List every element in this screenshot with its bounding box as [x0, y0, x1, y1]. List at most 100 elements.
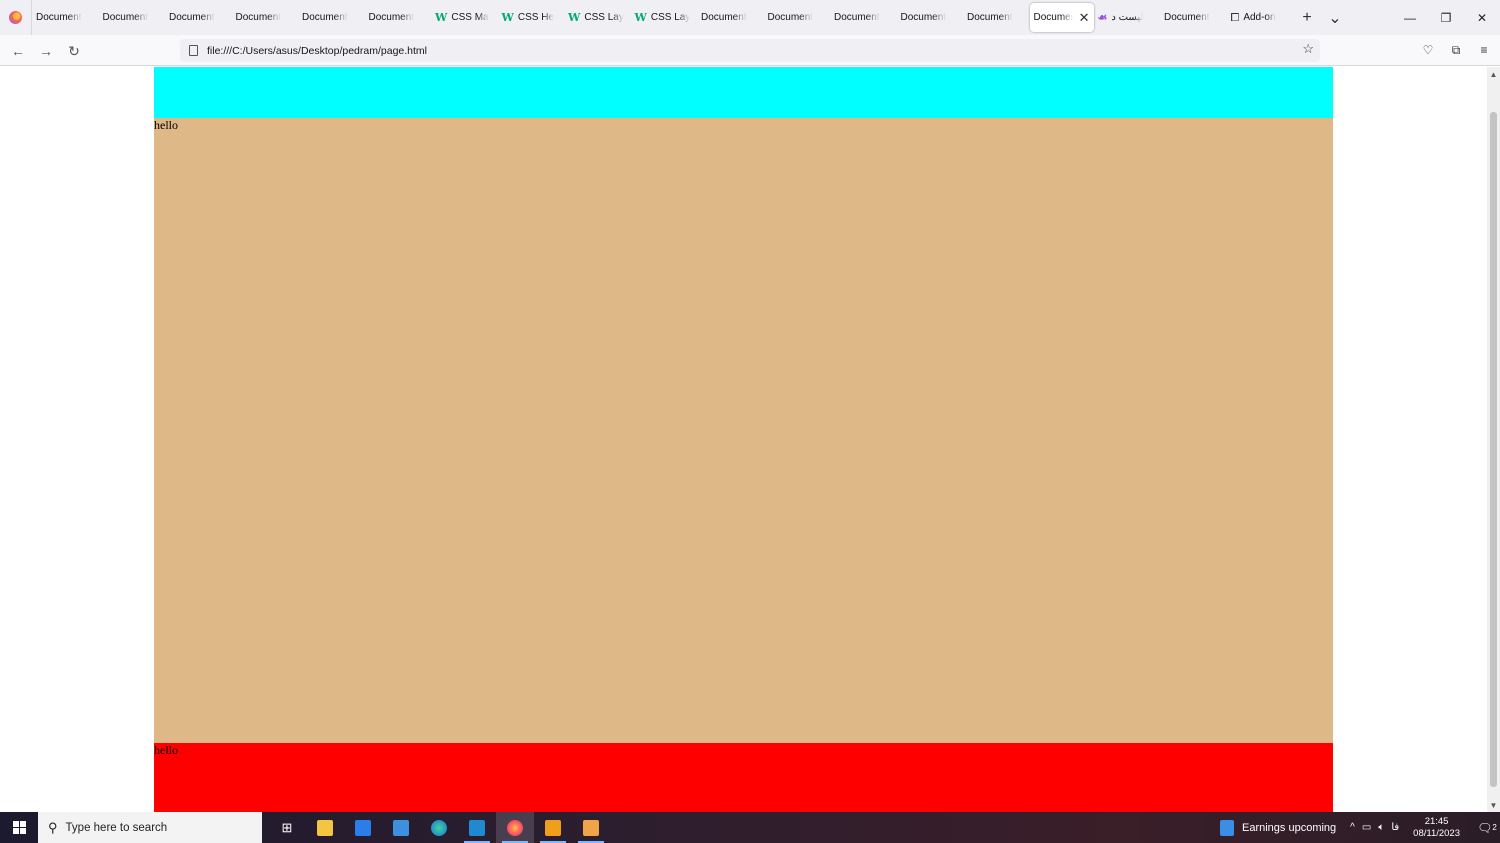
main-text: hello: [154, 118, 178, 132]
tab-16[interactable]: ☙ لیست د: [1094, 0, 1161, 35]
tab-label: CSS Ma: [451, 12, 489, 23]
w3schools-icon: W: [435, 11, 448, 24]
time: 21:45: [1424, 815, 1449, 827]
store-icon[interactable]: [344, 812, 382, 843]
clock[interactable]: 21:45 08/11/2023: [1413, 816, 1460, 840]
windows-icon: [12, 821, 26, 834]
tab-11[interactable]: Document: [764, 0, 831, 35]
reload-icon[interactable]: ↻: [63, 40, 85, 62]
minimize-icon[interactable]: —: [1392, 0, 1428, 35]
tab-label: Document: [1164, 12, 1210, 23]
menu-icon[interactable]: ≡: [1474, 40, 1494, 60]
tab-label: Document: [169, 12, 215, 23]
new-tab-button[interactable]: +: [1293, 0, 1321, 35]
file-explorer-icon[interactable]: [306, 812, 344, 843]
tab-17[interactable]: Document: [1160, 0, 1227, 35]
tab-7[interactable]: W CSS He: [498, 0, 565, 35]
tab-8[interactable]: W CSS Lay: [564, 0, 631, 35]
navigation-bar: ← → ↻ file:///C:/Users/asus/Desktop/pedr…: [0, 35, 1500, 66]
volume-icon[interactable]: 🔈︎: [1378, 822, 1384, 833]
tab-0[interactable]: Document: [32, 0, 99, 35]
tab-label: Document: [834, 12, 880, 23]
tab-14[interactable]: Document: [963, 0, 1030, 35]
task-view-icon[interactable]: ⊞: [268, 812, 306, 843]
firefox-taskbar-icon[interactable]: [496, 812, 534, 843]
main-block: hello: [154, 118, 1333, 743]
footer-block: hello: [154, 743, 1333, 812]
restore-icon[interactable]: ❐: [1428, 0, 1464, 35]
w3schools-icon: W: [501, 11, 514, 24]
firefox-icon: [9, 11, 22, 24]
chevron-up-icon[interactable]: ^: [1350, 822, 1355, 833]
toolbar-right: ♡ ⧉ ≡: [1418, 40, 1494, 60]
tab-label: Document: [102, 12, 149, 23]
search-icon: ⚲: [48, 819, 58, 835]
url-bar[interactable]: file:///C:/Users/asus/Desktop/pedram/pag…: [180, 39, 1320, 62]
notification-count: 2: [1492, 823, 1497, 832]
list-all-tabs-button[interactable]: ⌄: [1321, 0, 1349, 35]
tab-label: Document: [701, 12, 747, 23]
w3schools-icon: W: [568, 11, 581, 24]
back-arrow-icon[interactable]: ←: [7, 40, 29, 62]
tab-strip: Document Document Document Document Document…: [0, 0, 1500, 35]
app-orange-icon[interactable]: [534, 812, 572, 843]
scroll-down-icon[interactable]: ▼: [1487, 798, 1500, 812]
tab-5[interactable]: Document: [365, 0, 432, 35]
mail-icon[interactable]: [382, 812, 420, 843]
vertical-scrollbar[interactable]: ▲ ▼: [1487, 67, 1500, 812]
firefox-view-button[interactable]: [0, 0, 32, 35]
tab-10[interactable]: Document: [697, 0, 764, 35]
tab-1[interactable]: Document: [99, 0, 166, 35]
pocket-icon[interactable]: ♡: [1418, 40, 1438, 60]
window-controls: — ❐ ✕: [1392, 0, 1500, 35]
forward-arrow-icon[interactable]: →: [35, 40, 57, 62]
taskbar-search[interactable]: ⚲ Type here to search: [38, 812, 262, 843]
tab-15[interactable]: Documen ✕: [1029, 3, 1094, 32]
search-placeholder: Type here to search: [65, 821, 168, 834]
news-widget[interactable]: Earnings upcoming: [1220, 819, 1337, 836]
tab-label: لیست د: [1111, 12, 1144, 23]
tab-label: Add-on: [1243, 12, 1276, 23]
page-viewport: hello hello: [0, 67, 1487, 812]
system-tray: Earnings upcoming ^ ▭ 🔈︎ فا 21:45 08/11/…: [1220, 812, 1500, 843]
edge-icon[interactable]: [420, 812, 458, 843]
bookmark-star-icon[interactable]: ☆: [1302, 41, 1314, 57]
taskbar: ⚲ Type here to search ⊞ Earnings upcomin…: [0, 812, 1500, 843]
date: 08/11/2023: [1413, 827, 1460, 839]
tab-label: Document: [368, 12, 415, 23]
url-text[interactable]: file:///C:/Users/asus/Desktop/pedram/pag…: [207, 45, 427, 57]
tab-list: Document Document Document Document Document…: [32, 0, 1293, 35]
tab-label: Document: [235, 12, 282, 23]
notification-icon[interactable]: 🗨︎ 2: [1474, 821, 1500, 835]
close-tab-icon[interactable]: ✕: [1079, 10, 1090, 26]
tab-label: CSS Lay: [584, 12, 624, 23]
tab-9[interactable]: W CSS Lay: [631, 0, 698, 35]
tab-12[interactable]: Document: [830, 0, 897, 35]
tab-13[interactable]: Document: [897, 0, 964, 35]
puzzle-icon: ⧠: [1230, 10, 1240, 24]
tray-icons: ^ ▭ 🔈︎ فا: [1350, 822, 1399, 833]
tab-18[interactable]: ⧠ Add-on: [1227, 0, 1294, 35]
tab-2[interactable]: Document: [165, 0, 232, 35]
close-window-icon[interactable]: ✕: [1464, 0, 1500, 35]
tab-label: Document: [900, 12, 947, 23]
network-icon[interactable]: ▭: [1362, 822, 1371, 833]
scroll-thumb[interactable]: [1490, 112, 1497, 787]
start-button[interactable]: [0, 812, 38, 843]
scroll-up-icon[interactable]: ▲: [1487, 67, 1500, 81]
tab-label: CSS He: [517, 12, 554, 23]
tab-6[interactable]: W CSS Ma: [431, 0, 498, 35]
vscode-icon[interactable]: [458, 812, 496, 843]
page-icon: [189, 45, 198, 56]
tab-label: Documen: [1033, 12, 1073, 23]
media-player-icon[interactable]: [572, 812, 610, 843]
tab-label: Document: [767, 12, 814, 23]
extensions-icon[interactable]: ⧉: [1446, 40, 1466, 60]
site-favicon-icon: ☙: [1097, 11, 1108, 24]
tab-4[interactable]: Document: [298, 0, 365, 35]
tab-3[interactable]: Document: [232, 0, 299, 35]
tab-label: Document: [967, 12, 1013, 23]
language-indicator[interactable]: فا: [1391, 822, 1399, 833]
w3schools-icon: W: [634, 11, 647, 24]
news-text: Earnings upcoming: [1242, 821, 1337, 834]
